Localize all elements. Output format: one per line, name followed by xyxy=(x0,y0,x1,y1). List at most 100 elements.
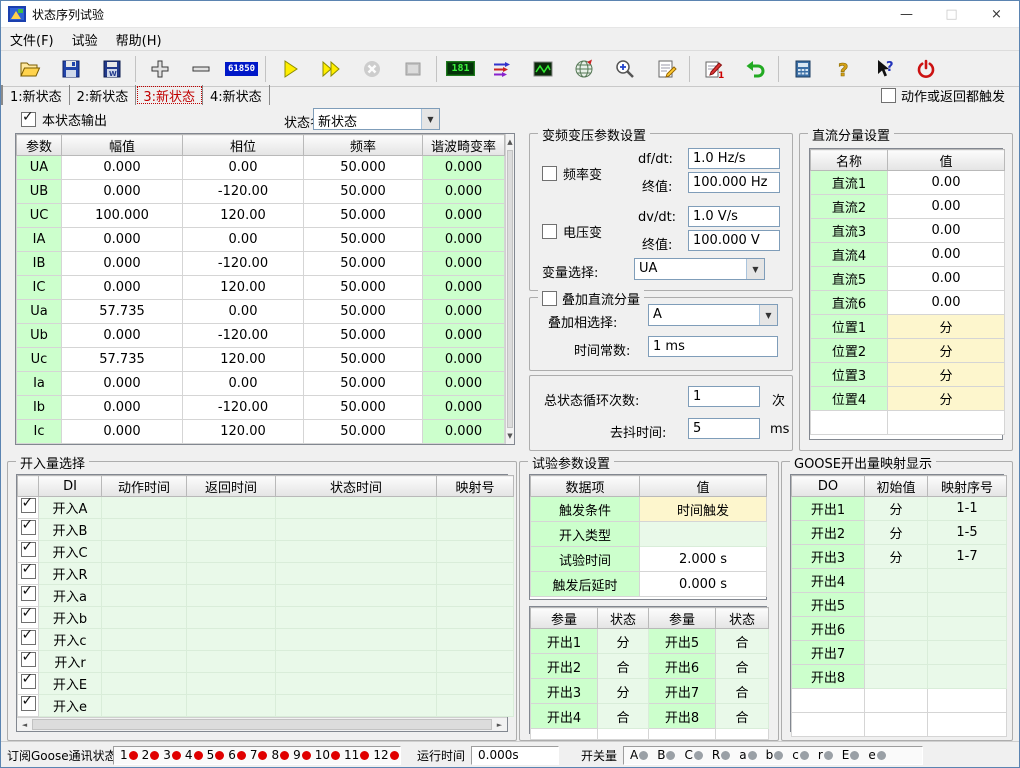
open-button[interactable] xyxy=(9,54,50,83)
param-name-cell[interactable]: IC xyxy=(17,276,62,300)
param-value-cell[interactable]: 0.000 xyxy=(62,156,183,180)
param-value-cell[interactable]: 0.00 xyxy=(183,372,304,396)
output-name-cell[interactable]: 开出8 xyxy=(649,704,716,729)
exit-button[interactable] xyxy=(905,54,946,83)
param-value-cell[interactable]: 50.000 xyxy=(304,276,423,300)
param-value-cell[interactable]: 0.000 xyxy=(423,420,505,444)
param-value-cell[interactable]: 120.00 xyxy=(183,348,304,372)
di-value-cell[interactable] xyxy=(276,563,437,585)
scroll-right-icon[interactable]: ► xyxy=(492,718,507,731)
column-header[interactable]: 幅值 xyxy=(62,135,183,156)
dc-value-cell[interactable]: 0.00 xyxy=(888,195,1005,219)
column-header[interactable] xyxy=(18,476,39,497)
param-value-cell[interactable]: 50.000 xyxy=(304,156,423,180)
output-name-cell[interactable]: 开出3 xyxy=(531,679,598,704)
param-value-cell[interactable]: 0.000 xyxy=(423,228,505,252)
output-name-cell[interactable]: 开出4 xyxy=(531,704,598,729)
dc-value-cell[interactable]: 分 xyxy=(888,315,1005,339)
chevron-down-icon[interactable]: ▼ xyxy=(746,259,764,279)
di-name-cell[interactable]: 开入R xyxy=(39,563,102,585)
dc-name-cell[interactable]: 位置4 xyxy=(811,387,888,411)
di-name-cell[interactable]: 开入c xyxy=(39,629,102,651)
dc-name-cell[interactable]: 直流6 xyxy=(811,291,888,315)
di-value-cell[interactable] xyxy=(276,541,437,563)
freq-end-input[interactable]: 100.000 Hz xyxy=(688,172,780,193)
column-header[interactable]: 相位 xyxy=(183,135,304,156)
dc-name-cell[interactable]: 直流1 xyxy=(811,171,888,195)
di-value-cell[interactable] xyxy=(437,497,514,519)
di-value-cell[interactable] xyxy=(187,651,276,673)
do-initial-cell[interactable] xyxy=(865,593,928,617)
column-header[interactable]: 参数 xyxy=(17,135,62,156)
dc-name-cell[interactable]: 直流3 xyxy=(811,219,888,243)
empty-cell[interactable] xyxy=(649,729,716,740)
param-value-cell[interactable]: 0.000 xyxy=(62,180,183,204)
empty-cell[interactable] xyxy=(716,729,769,740)
di-check-cell[interactable] xyxy=(18,541,39,563)
do-mapping-cell[interactable]: 1-7 xyxy=(928,545,1007,569)
do-mapping-cell[interactable] xyxy=(928,641,1007,665)
column-header[interactable]: 值 xyxy=(888,150,1005,171)
vector-diagram-button[interactable] xyxy=(481,54,522,83)
do-mapping-cell[interactable] xyxy=(928,665,1007,689)
dc-name-cell[interactable]: 位置2 xyxy=(811,339,888,363)
checkbox-icon[interactable] xyxy=(21,112,36,127)
empty-cell[interactable] xyxy=(792,713,865,737)
empty-cell[interactable] xyxy=(928,713,1007,737)
checkbox-icon[interactable] xyxy=(542,291,557,306)
param-value-cell[interactable]: 0.000 xyxy=(423,156,505,180)
di-value-cell[interactable] xyxy=(187,541,276,563)
column-header[interactable]: 映射序号 xyxy=(928,476,1007,497)
dc-value-cell[interactable]: 分 xyxy=(888,363,1005,387)
di-value-cell[interactable] xyxy=(276,629,437,651)
dc-superpose-checkbox[interactable]: 叠加直流分量 xyxy=(538,289,644,308)
do-name-cell[interactable]: 开出6 xyxy=(792,617,865,641)
empty-cell[interactable] xyxy=(811,411,888,435)
checkbox-icon[interactable] xyxy=(21,520,36,535)
checkbox-icon[interactable] xyxy=(542,166,557,181)
di-value-cell[interactable] xyxy=(102,607,187,629)
trigger-mode-checkbox[interactable]: 动作或返回都触发 xyxy=(881,86,1005,105)
param-value-cell[interactable]: 0.000 xyxy=(62,228,183,252)
column-header[interactable]: 初始值 xyxy=(865,476,928,497)
scrollbar-thumb[interactable] xyxy=(507,150,513,428)
di-name-cell[interactable]: 开入B xyxy=(39,519,102,541)
dc-name-cell[interactable]: 直流5 xyxy=(811,267,888,291)
column-header[interactable]: 状态 xyxy=(598,608,649,629)
param-value-cell[interactable]: 57.735 xyxy=(62,348,183,372)
di-value-cell[interactable] xyxy=(187,629,276,651)
di-value-cell[interactable] xyxy=(187,497,276,519)
run-all-button[interactable] xyxy=(310,54,351,83)
param-value-cell[interactable]: -120.00 xyxy=(183,324,304,348)
dc-value-cell[interactable]: 0.00 xyxy=(888,267,1005,291)
param-name-cell[interactable]: IA xyxy=(17,228,62,252)
di-value-cell[interactable] xyxy=(187,673,276,695)
tab-state-2[interactable]: 2:新状态 xyxy=(70,85,137,105)
do-initial-cell[interactable] xyxy=(865,641,928,665)
di-value-cell[interactable] xyxy=(437,563,514,585)
output-state-cell[interactable]: 合 xyxy=(598,654,649,679)
di-value-cell[interactable] xyxy=(187,563,276,585)
panel-181-button[interactable]: 181 xyxy=(440,54,481,83)
empty-cell[interactable] xyxy=(598,729,649,740)
chevron-down-icon[interactable]: ▼ xyxy=(759,305,777,325)
tab-state-3[interactable]: 3:新状态 xyxy=(136,85,203,105)
param-value-cell[interactable]: 0.000 xyxy=(423,348,505,372)
column-header[interactable]: 返回时间 xyxy=(187,476,276,497)
param-value-cell[interactable]: 0.000 xyxy=(423,252,505,276)
output-name-cell[interactable]: 开出7 xyxy=(649,679,716,704)
test-item-cell[interactable]: 开入类型 xyxy=(531,522,640,547)
notes-button[interactable] xyxy=(645,54,686,83)
di-value-cell[interactable] xyxy=(276,519,437,541)
param-value-cell[interactable]: 50.000 xyxy=(304,348,423,372)
column-header[interactable]: 频率 xyxy=(304,135,423,156)
param-value-cell[interactable]: 0.000 xyxy=(423,180,505,204)
param-value-cell[interactable]: 50.000 xyxy=(304,420,423,444)
di-check-cell[interactable] xyxy=(18,695,39,717)
param-value-cell[interactable]: 100.000 xyxy=(62,204,183,228)
volt-end-input[interactable]: 100.000 V xyxy=(688,230,780,251)
dvdt-input[interactable]: 1.0 V/s xyxy=(688,206,780,227)
param-name-cell[interactable]: Ia xyxy=(17,372,62,396)
do-mapping-cell[interactable] xyxy=(928,569,1007,593)
param-name-cell[interactable]: UA xyxy=(17,156,62,180)
